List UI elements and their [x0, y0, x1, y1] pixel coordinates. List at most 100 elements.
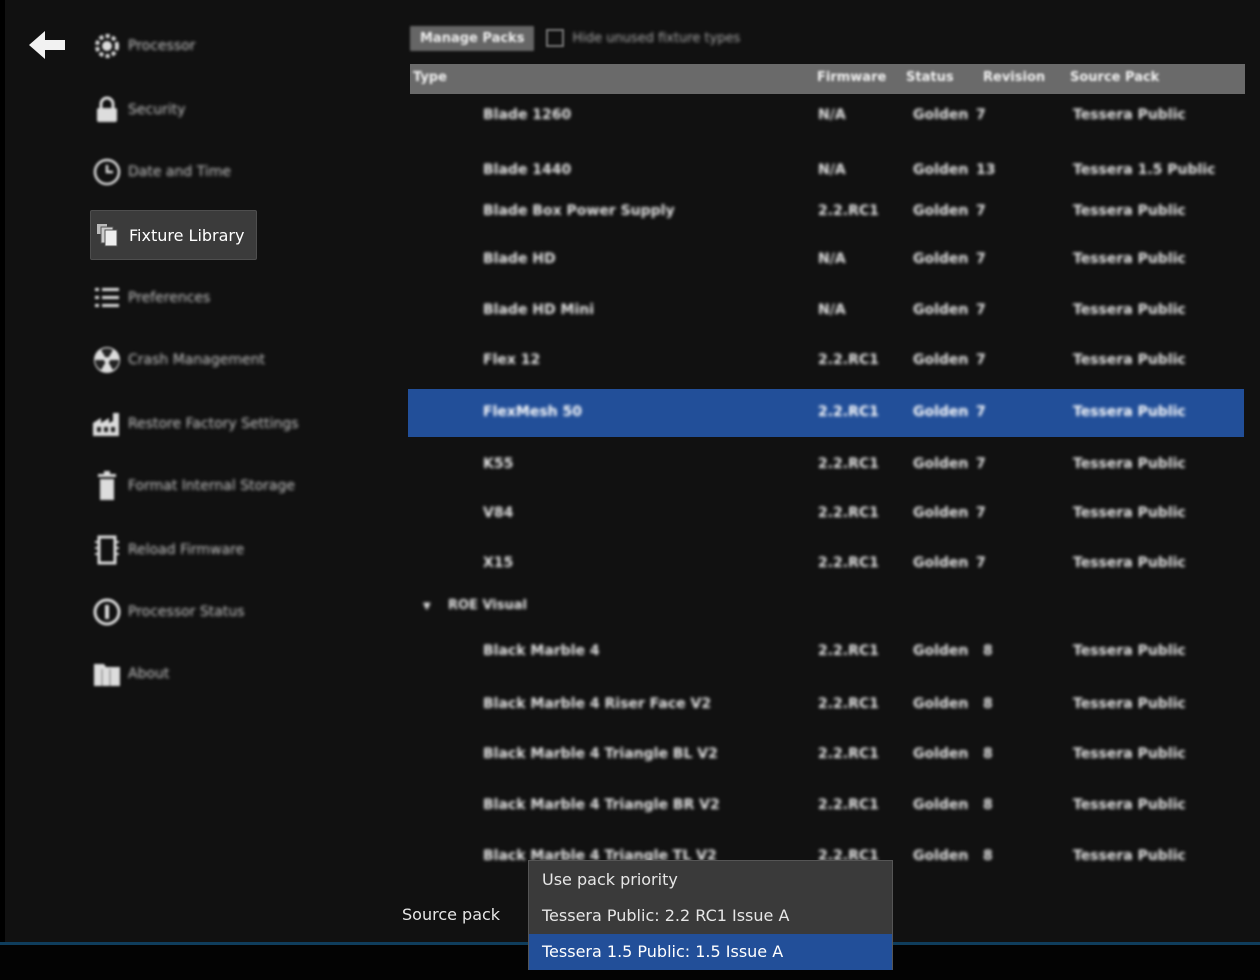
expand-triangle-icon[interactable]: ▼ [423, 601, 431, 612]
table-row[interactable]: Blade HD N/A Golden 7 Tessera Public [408, 236, 1244, 284]
cell-status: Golden [913, 352, 969, 368]
cell-firmware: 2.2.RC1 [818, 505, 879, 521]
cell-source-pack: Tessera Public [1073, 746, 1186, 762]
sidebar-item-label: Reload Firmware [128, 542, 245, 558]
sidebar-item-label: Restore Factory Settings [128, 416, 299, 432]
cell-type: V84 [483, 505, 514, 521]
manage-packs-button[interactable]: Manage Packs [410, 25, 535, 51]
cell-revision: 7 [976, 352, 986, 368]
column-header-firmware[interactable]: Firmware [817, 70, 886, 85]
cell-revision: 8 [983, 746, 993, 762]
cell-status: Golden [913, 404, 969, 420]
table-row[interactable]: Black Marble 4 2.2.RC1 Golden 8 Tessera … [408, 628, 1244, 676]
cell-firmware: 2.2.RC1 [818, 203, 879, 219]
cell-type: Black Marble 4 Triangle BL V2 [483, 746, 718, 762]
sidebar-item-processor[interactable]: Processor [90, 22, 195, 70]
table-row[interactable]: Flex 12 2.2.RC1 Golden 7 Tessera Public [408, 337, 1244, 385]
radiation-icon [90, 343, 124, 377]
cell-revision: 8 [983, 797, 993, 813]
column-header-type[interactable]: Type [413, 70, 447, 85]
dropdown-option-tessera-1-5-public[interactable]: Tessera 1.5 Public: 1.5 Issue A [529, 934, 892, 970]
group-row-roe-visual[interactable]: ▼ ROE Visual [408, 592, 1244, 622]
cell-source-pack: Tessera Public [1073, 203, 1186, 219]
cell-revision: 7 [976, 404, 986, 420]
cell-firmware: 2.2.RC1 [818, 404, 879, 420]
sidebar-item-fixture-library[interactable]: Fixture Library [90, 210, 258, 260]
sidebar-item-security[interactable]: Security [90, 86, 186, 134]
cell-type: Blade HD Mini [483, 302, 595, 318]
table-row[interactable]: Black Marble 4 Triangle BL V2 2.2.RC1 Go… [408, 731, 1244, 779]
option-label: Tessera Public: 2.2 RC1 Issue A [542, 906, 790, 925]
sidebar-item-processor-status[interactable]: Processor Status [90, 588, 245, 636]
cell-source-pack: Tessera Public [1073, 302, 1186, 318]
cell-revision: 7 [976, 302, 986, 318]
sidebar-item-restore-factory-settings[interactable]: Restore Factory Settings [90, 400, 299, 448]
cell-status: Golden [913, 848, 969, 864]
table-row[interactable]: Blade Box Power Supply 2.2.RC1 Golden 7 … [408, 188, 1244, 236]
cell-revision: 7 [976, 456, 986, 472]
sidebar: Processor Security Date and Time Fixture… [5, 0, 395, 942]
sidebar-item-label: About [128, 666, 170, 682]
table-row[interactable]: Black Marble 4 Triangle BR V2 2.2.RC1 Go… [408, 782, 1244, 830]
cell-status: Golden [913, 505, 969, 521]
source-pack-dropdown[interactable]: Use pack priority Tessera Public: 2.2 RC… [528, 860, 893, 970]
trash-icon [90, 469, 124, 503]
cell-type: Black Marble 4 Riser Face V2 [483, 696, 712, 712]
sidebar-item-crash-management[interactable]: Crash Management [90, 336, 265, 384]
table-row[interactable]: V84 2.2.RC1 Golden 7 Tessera Public [408, 490, 1244, 538]
cell-status: Golden [913, 797, 969, 813]
table-row[interactable]: K55 2.2.RC1 Golden 7 Tessera Public [408, 441, 1244, 489]
cell-source-pack: Tessera 1.5 Public [1073, 162, 1216, 178]
cell-type: Blade Box Power Supply [483, 203, 675, 219]
chip-icon [90, 533, 124, 567]
list-icon [90, 281, 124, 315]
sidebar-item-label: Fixture Library [129, 225, 245, 245]
cell-status: Golden [913, 456, 969, 472]
sidebar-item-label: Processor [128, 38, 196, 54]
table-header: Type Firmware Status Revision Source Pac… [410, 64, 1245, 94]
cell-firmware: 2.2.RC1 [818, 456, 879, 472]
dropdown-option-use-pack-priority[interactable]: Use pack priority [529, 862, 892, 898]
cell-type: FlexMesh 50 [483, 404, 582, 420]
sidebar-item-label: Processor Status [128, 604, 245, 620]
sidebar-item-label: Format Internal Storage [128, 478, 295, 494]
cell-revision: 8 [983, 643, 993, 659]
table-row[interactable]: Black Marble 4 Riser Face V2 2.2.RC1 Gol… [408, 681, 1244, 729]
cell-source-pack: Tessera Public [1073, 456, 1186, 472]
cell-firmware: 2.2.RC1 [818, 352, 879, 368]
sidebar-item-preferences[interactable]: Preferences [90, 274, 210, 322]
table-row[interactable]: Blade 1260 N/A Golden 7 Tessera Public [408, 92, 1244, 140]
column-header-source-pack[interactable]: Source Pack [1070, 70, 1159, 85]
source-pack-label: Source pack [402, 905, 501, 924]
cell-revision: 8 [983, 696, 993, 712]
sidebar-item-date-and-time[interactable]: Date and Time [90, 148, 231, 196]
column-header-revision[interactable]: Revision [983, 70, 1045, 85]
table-row[interactable]: X15 2.2.RC1 Golden 7 Tessera Public [408, 540, 1244, 588]
cell-firmware: N/A [818, 162, 846, 178]
sidebar-item-label: Date and Time [128, 164, 231, 180]
sidebar-item-about[interactable]: About [90, 650, 169, 698]
back-arrow-icon[interactable] [27, 28, 67, 62]
column-header-status[interactable]: Status [906, 70, 954, 85]
hide-unused-checkbox[interactable] [546, 29, 565, 47]
cell-revision: 7 [976, 251, 986, 267]
cell-source-pack: Tessera Public [1073, 797, 1186, 813]
table-row[interactable]: Blade HD Mini N/A Golden 7 Tessera Publi… [408, 287, 1244, 335]
cell-status: Golden [913, 107, 969, 123]
table-row-selected[interactable]: FlexMesh 50 2.2.RC1 Golden 7 Tessera Pub… [408, 389, 1244, 437]
cell-source-pack: Tessera Public [1073, 643, 1186, 659]
sidebar-item-label: Crash Management [128, 352, 265, 368]
cell-status: Golden [913, 696, 969, 712]
gear-icon [90, 29, 124, 63]
cell-firmware: 2.2.RC1 [818, 797, 879, 813]
group-label: ROE Visual [448, 598, 527, 613]
cell-firmware: N/A [818, 251, 846, 267]
cell-status: Golden [913, 251, 969, 267]
toolbar: Manage Packs Hide unused fixture types [410, 24, 740, 52]
sidebar-item-format-internal-storage[interactable]: Format Internal Storage [90, 462, 295, 510]
cell-revision: 7 [976, 107, 986, 123]
hide-unused-label[interactable]: Hide unused fixture types [572, 31, 740, 46]
dropdown-option-tessera-public[interactable]: Tessera Public: 2.2 RC1 Issue A [529, 898, 892, 934]
option-label: Use pack priority [542, 870, 678, 889]
sidebar-item-reload-firmware[interactable]: Reload Firmware [90, 526, 244, 574]
